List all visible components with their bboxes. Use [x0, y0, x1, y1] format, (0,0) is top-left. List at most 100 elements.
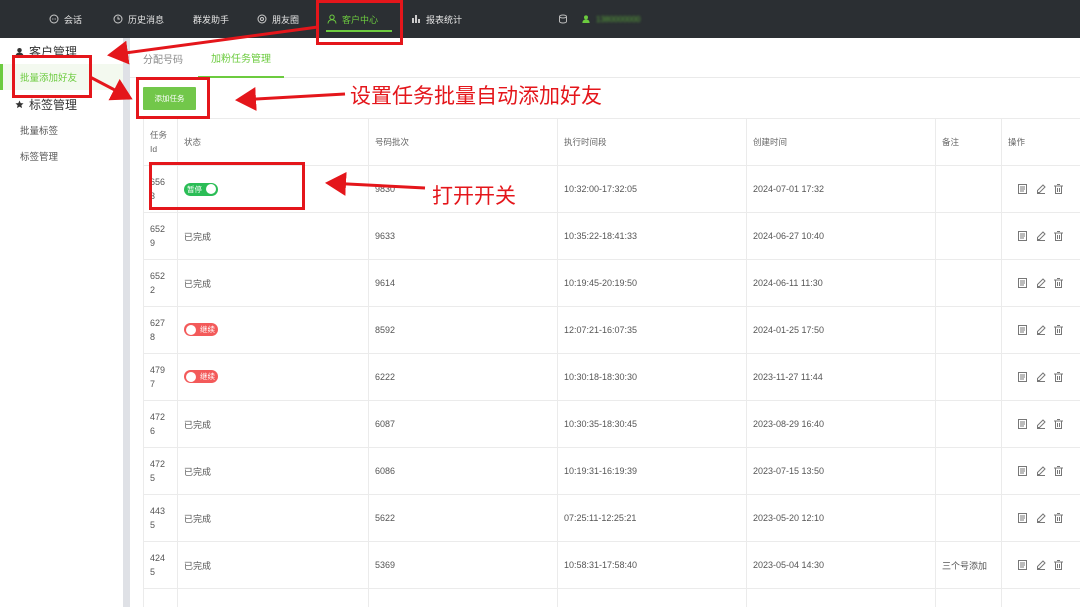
document-icon[interactable] [1018, 418, 1028, 430]
tab-friend-task-manage[interactable]: 加粉任务管理 [198, 38, 284, 78]
status-text: 已完成 [184, 231, 212, 242]
status-text: 已完成 [184, 466, 212, 477]
nav-label: 群发助手 [193, 14, 230, 25]
trash-icon[interactable] [1054, 559, 1064, 571]
cell-created: 2024-06-11 11:30 [746, 259, 936, 307]
tab-assign-numbers[interactable]: 分配号码 [130, 38, 196, 78]
status-toggle-switch[interactable]: 继续 [184, 370, 218, 384]
sidebar-item-batch-tags[interactable]: 批量标签 [0, 117, 123, 143]
status-toggle-switch[interactable]: 继续 [184, 323, 218, 337]
cell-note [935, 447, 1002, 495]
trash-icon[interactable] [1054, 230, 1064, 242]
column-header-note: 备注 [935, 118, 1002, 166]
edit-icon[interactable] [1036, 183, 1046, 195]
trash-icon[interactable] [1054, 465, 1064, 477]
trash-icon[interactable] [1054, 324, 1064, 336]
cell-period: 10:35:22-18:41:33 [557, 212, 747, 260]
cell-created: 2023-08-29 16:40 [746, 400, 936, 448]
user-phone: 1380000000 [596, 14, 641, 24]
cell-batch: 9633 [368, 212, 558, 260]
cell-id: 472 5 [143, 447, 178, 495]
cell-period: 12:07:21-16:07:35 [557, 306, 747, 354]
cell-note [935, 259, 1002, 307]
edit-icon[interactable] [1036, 559, 1046, 571]
edit-icon[interactable] [1036, 512, 1046, 524]
arrow-from-batch-text [235, 87, 346, 111]
edit-icon[interactable] [1036, 277, 1046, 289]
annotation-text-batch: 设置任务批量自动添加好友 [350, 84, 602, 108]
edit-icon[interactable] [1036, 230, 1046, 242]
chat-icon [48, 14, 59, 25]
nav-label: 会话 [64, 14, 83, 25]
edit-icon[interactable] [1036, 324, 1046, 336]
nav-item-reports[interactable]: 报表统计 [410, 0, 462, 38]
edit-icon[interactable] [1036, 371, 1046, 383]
document-icon[interactable] [1018, 277, 1028, 289]
cell-batch: 5622 [368, 494, 558, 542]
database-icon [558, 14, 568, 24]
sidebar: 客户管理 批量添加好友 标签管理 批量标签 标签管理 [0, 38, 124, 607]
cell-created: 2023-07-15 13:50 [746, 447, 936, 495]
cell-created: 2024-01-25 17:50 [746, 306, 936, 354]
cell-status: 已完成 [177, 447, 369, 495]
moments-icon [256, 14, 267, 25]
tab-label: 分配号码 [143, 54, 183, 66]
table-row: 652 9 已完成 9633 10:35:22-18:41:33 2024-06-27 1… [143, 212, 1080, 260]
tab-bar: 分配号码 加粉任务管理 [130, 38, 1080, 78]
status-text: 已完成 [184, 419, 212, 430]
trash-icon[interactable] [1054, 371, 1064, 383]
cell-period: 07:25:11-12:25:21 [557, 494, 747, 542]
edit-icon[interactable] [1036, 465, 1046, 477]
cell-status [177, 588, 369, 607]
document-icon[interactable] [1018, 559, 1028, 571]
document-icon[interactable] [1018, 512, 1028, 524]
cell-created: 2023-05-20 12:10 [746, 494, 936, 542]
document-icon[interactable] [1018, 324, 1028, 336]
cell-note [935, 588, 1002, 607]
user-area[interactable]: 1380000000 [558, 0, 641, 38]
cell-ops [1001, 212, 1080, 260]
cell-created: 2023-11-27 11:44 [746, 353, 936, 401]
annotation-box-customer-center [316, 0, 403, 45]
column-header-status: 状态 [177, 118, 369, 166]
cell-id: 424 5 [143, 541, 178, 589]
trash-icon[interactable] [1054, 277, 1064, 289]
sidebar-group-tags[interactable]: 标签管理 [15, 96, 77, 113]
document-icon[interactable] [1018, 183, 1028, 195]
column-header-created: 创建时间 [746, 118, 936, 166]
cell-note [935, 306, 1002, 354]
cell-status: 已完成 [177, 541, 369, 589]
nav-item-moments[interactable]: 朋友圈 [256, 0, 299, 38]
cell-note [935, 494, 1002, 542]
cell-status: 已完成 [177, 494, 369, 542]
cell-period: 10:30:35-18:30:45 [557, 400, 747, 448]
document-icon[interactable] [1018, 230, 1028, 242]
nav-label: 朋友圈 [272, 14, 300, 25]
annotation-text-switch: 打开开关 [432, 184, 516, 208]
cell-batch: 5369 [368, 541, 558, 589]
annotation-box-add-task [136, 77, 210, 119]
nav-item-chat[interactable]: 会话 [48, 0, 82, 38]
cell-ops [1001, 306, 1080, 354]
nav-item-mass-send[interactable]: 群发助手 [193, 0, 229, 38]
cell-note: 三个号添加 [935, 541, 1002, 589]
cell-ops [1001, 165, 1080, 213]
sidebar-scrollbar[interactable] [123, 38, 130, 607]
document-icon[interactable] [1018, 371, 1028, 383]
cell-batch: 8592 [368, 306, 558, 354]
trash-icon[interactable] [1054, 183, 1064, 195]
cell-status: 已完成 [177, 212, 369, 260]
status-text: 已完成 [184, 560, 212, 571]
document-icon[interactable] [1018, 465, 1028, 477]
sidebar-item-tag-manage[interactable]: 标签管理 [0, 143, 123, 169]
nav-label: 报表统计 [426, 14, 463, 25]
edit-icon[interactable] [1036, 418, 1046, 430]
trash-icon[interactable] [1054, 418, 1064, 430]
cell-batch [368, 588, 558, 607]
cell-note [935, 165, 1002, 213]
trash-icon[interactable] [1054, 512, 1064, 524]
table-row: 472 6 已完成 6087 10:30:35-18:30:45 2023-08-29 1… [143, 400, 1080, 448]
nav-item-history[interactable]: 历史消息 [112, 0, 164, 38]
table-row: 652 2 已完成 9614 10:19:45-20:19:50 2024-06-11 1… [143, 259, 1080, 307]
tab-label: 加粉任务管理 [211, 53, 271, 65]
